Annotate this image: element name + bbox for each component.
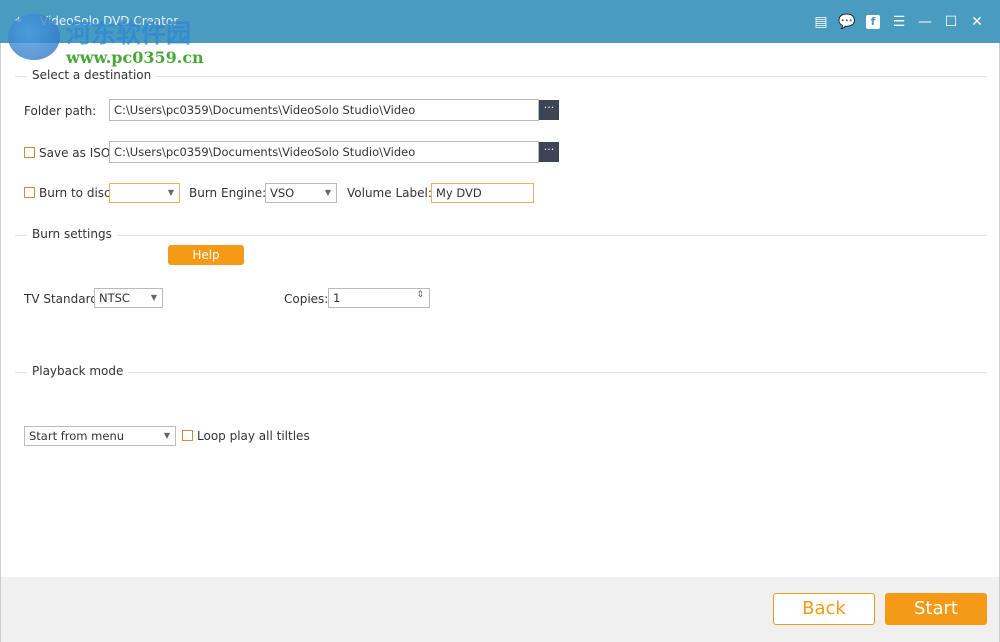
start-button[interactable]: Start bbox=[885, 593, 987, 625]
main-panel: Select a destination Folder path: C:\Use… bbox=[0, 43, 1000, 577]
back-button[interactable]: Back bbox=[773, 593, 875, 625]
loop-play-label: Loop play all tiltles bbox=[197, 429, 310, 443]
engine-value: VSO bbox=[270, 186, 294, 200]
app-icon: ✦ bbox=[14, 14, 28, 28]
save-iso-checkbox[interactable] bbox=[24, 147, 35, 158]
loop-play-checkbox[interactable] bbox=[182, 430, 193, 441]
chevron-down-icon: ▼ bbox=[151, 293, 157, 302]
mode-value: Start from menu bbox=[29, 429, 124, 443]
burn-engine-label: Burn Engine: bbox=[189, 186, 266, 200]
copies-stepper[interactable]: 1⇕ bbox=[328, 288, 430, 308]
volume-label-label: Volume Label: bbox=[347, 186, 432, 200]
iso-browse-button[interactable]: ··· bbox=[539, 142, 559, 162]
playback-mode-select[interactable]: Start from menu ▼ bbox=[24, 426, 176, 446]
minimize-icon[interactable]: — bbox=[912, 12, 938, 32]
copies-label: Copies: bbox=[284, 292, 328, 306]
tv-standard-select[interactable]: NTSC ▼ bbox=[94, 288, 163, 308]
maximize-icon[interactable]: ☐ bbox=[938, 12, 964, 32]
window-title: VideoSolo DVD Creator bbox=[40, 14, 178, 28]
destination-section: Select a destination bbox=[15, 76, 987, 77]
chevron-down-icon: ▼ bbox=[325, 188, 331, 197]
tv-value: NTSC bbox=[99, 291, 130, 305]
close-icon[interactable]: ✕ bbox=[964, 12, 990, 32]
chevron-down-icon: ▼ bbox=[164, 431, 170, 440]
register-icon[interactable]: ▤ bbox=[808, 12, 834, 32]
burn-settings-section: Burn settings bbox=[15, 235, 987, 236]
folder-browse-button[interactable]: ··· bbox=[539, 100, 559, 120]
section-heading: Select a destination bbox=[27, 68, 156, 82]
folder-path-label: Folder path: bbox=[24, 104, 96, 118]
burn-disc-label: Burn to disc bbox=[39, 186, 111, 200]
title-bar: ✦ VideoSolo DVD Creator ▤ 💬 f ☰ — ☐ ✕ bbox=[0, 0, 1000, 43]
tv-standard-label: TV Standard: bbox=[24, 292, 102, 306]
section-heading: Burn settings bbox=[27, 227, 117, 241]
save-iso-label: Save as ISO bbox=[39, 146, 110, 160]
iso-path-input[interactable]: C:\Users\pc0359\Documents\VideoSolo Stud… bbox=[109, 141, 539, 163]
footer-bar: Back Start bbox=[0, 577, 1000, 642]
section-heading: Playback mode bbox=[27, 364, 128, 378]
chevron-down-icon: ▼ bbox=[168, 188, 174, 197]
copies-value: 1 bbox=[333, 291, 340, 305]
spinner-icon[interactable]: ⇕ bbox=[416, 290, 424, 300]
disc-select[interactable]: ▼ bbox=[109, 183, 180, 203]
feedback-icon[interactable]: 💬 bbox=[834, 12, 860, 32]
menu-icon[interactable]: ☰ bbox=[886, 12, 912, 32]
help-button[interactable]: Help bbox=[168, 245, 244, 265]
folder-path-input[interactable]: C:\Users\pc0359\Documents\VideoSolo Stud… bbox=[109, 99, 539, 121]
burn-disc-checkbox[interactable] bbox=[24, 187, 35, 198]
burn-engine-select[interactable]: VSO ▼ bbox=[265, 183, 337, 203]
playback-section: Playback mode bbox=[15, 372, 987, 373]
volume-label-input[interactable]: My DVD bbox=[431, 183, 534, 203]
facebook-icon[interactable]: f bbox=[860, 12, 886, 32]
